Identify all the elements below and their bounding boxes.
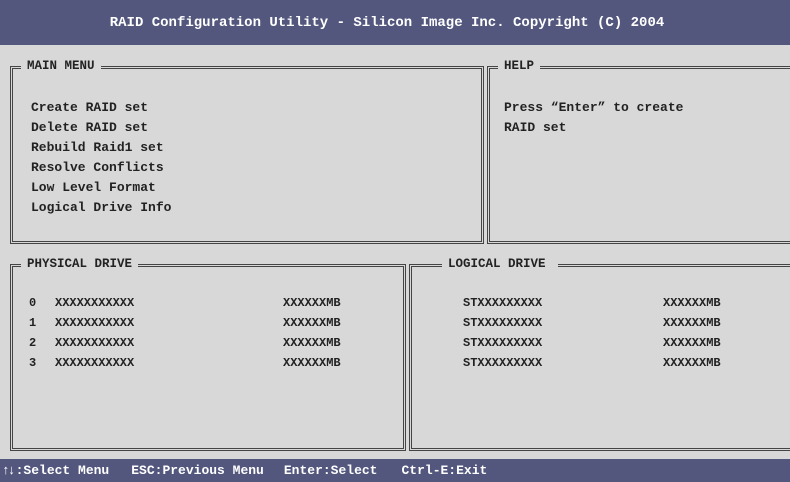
logical-drive-size: XXXXXXMB [663,316,721,330]
logical-drive-size: XXXXXXMB [663,356,721,370]
menu-item-rebuild-raid1-set[interactable]: Rebuild Raid1 set [31,138,171,158]
main-menu-panel: MAIN MENU Create RAID set Delete RAID se… [10,58,484,244]
drive-index: 3 [29,356,37,370]
main-menu-list: Create RAID set Delete RAID set Rebuild … [31,98,171,218]
drive-name: XXXXXXXXXXX [55,316,135,330]
logical-drive-row[interactable]: STXXXXXXXXX XXXXXXMB [463,313,721,333]
drive-size: XXXXXXMB [283,296,341,310]
logical-drive-heading: LOGICAL DRIVE [442,256,558,272]
logical-drive-row[interactable]: STXXXXXXXXX XXXXXXMB [463,333,721,353]
utility-title: RAID Configuration Utility - Silicon Ima… [109,14,665,31]
hint-exit: Ctrl-E:Exit [401,463,488,478]
physical-drive-row[interactable]: 0 XXXXXXXXXXX XXXXXXMB [29,293,341,313]
physical-drive-heading: PHYSICAL DRIVE [21,256,139,272]
menu-item-logical-drive-info[interactable]: Logical Drive Info [31,198,171,218]
title-bar: RAID Configuration Utility - Silicon Ima… [0,0,790,45]
logical-drive-name: STXXXXXXXXX [463,316,543,330]
logical-drive-size: XXXXXXMB [663,296,721,310]
drive-size: XXXXXXMB [283,356,341,370]
hint-previous-menu: ESC:Previous Menu [131,463,264,478]
logical-drive-row[interactable]: STXXXXXXXXX XXXXXXMB [463,353,721,373]
logical-drive-name: STXXXXXXXXX [463,356,543,370]
menu-item-create-raid-set[interactable]: Create RAID set [31,98,171,118]
hint-enter-select: Enter:Select [283,463,378,478]
main-menu-heading: MAIN MENU [21,58,101,74]
logical-drive-row[interactable]: STXXXXXXXXX XXXXXXMB [463,293,721,313]
help-text: Press “Enter” to create RAID set [504,100,684,135]
drive-name: XXXXXXXXXXX [55,296,135,310]
drive-size: XXXXXXMB [283,336,341,350]
drive-name: XXXXXXXXXXX [55,336,135,350]
menu-item-resolve-conflicts[interactable]: Resolve Conflicts [31,158,171,178]
menu-item-low-level-format[interactable]: Low Level Format [31,178,171,198]
drive-index: 2 [29,336,37,350]
logical-drive-panel: LOGICAL DRIVE STXXXXXXXXX XXXXXXMB STXXX… [409,256,790,451]
physical-drive-list: 0 XXXXXXXXXXX XXXXXXMB 1 XXXXXXXXXXX XXX… [29,293,341,373]
logical-drive-list: STXXXXXXXXX XXXXXXMB STXXXXXXXXX XXXXXXM… [463,293,721,373]
logical-drive-size: XXXXXXMB [663,336,721,350]
drive-index: 0 [29,296,37,310]
physical-drive-panel: PHYSICAL DRIVE 0 XXXXXXXXXXX XXXXXXMB 1 … [10,256,406,451]
logical-drive-name: STXXXXXXXXX [463,296,543,310]
logical-drive-name: STXXXXXXXXX [463,336,543,350]
help-panel: HELP Press “Enter” to create RAID set [487,58,790,244]
physical-drive-row[interactable]: 1 XXXXXXXXXXX XXXXXXMB [29,313,341,333]
status-bar: ↑↓:Select Menu ESC:Previous Menu Enter:Sel… [0,459,790,482]
drive-size: XXXXXXMB [283,316,341,330]
hint-select-menu: :Select Menu [15,463,110,478]
help-heading: HELP [498,58,541,74]
physical-drive-row[interactable]: 3 XXXXXXXXXXX XXXXXXMB [29,353,341,373]
menu-item-delete-raid-set[interactable]: Delete RAID set [31,118,171,138]
up-down-arrows-icon: ↑↓ [2,463,16,478]
physical-drive-row[interactable]: 2 XXXXXXXXXXX XXXXXXMB [29,333,341,353]
bios-screen: RAID Configuration Utility - Silicon Ima… [0,0,790,482]
drive-name: XXXXXXXXXXX [55,356,135,370]
drive-index: 1 [29,316,37,330]
